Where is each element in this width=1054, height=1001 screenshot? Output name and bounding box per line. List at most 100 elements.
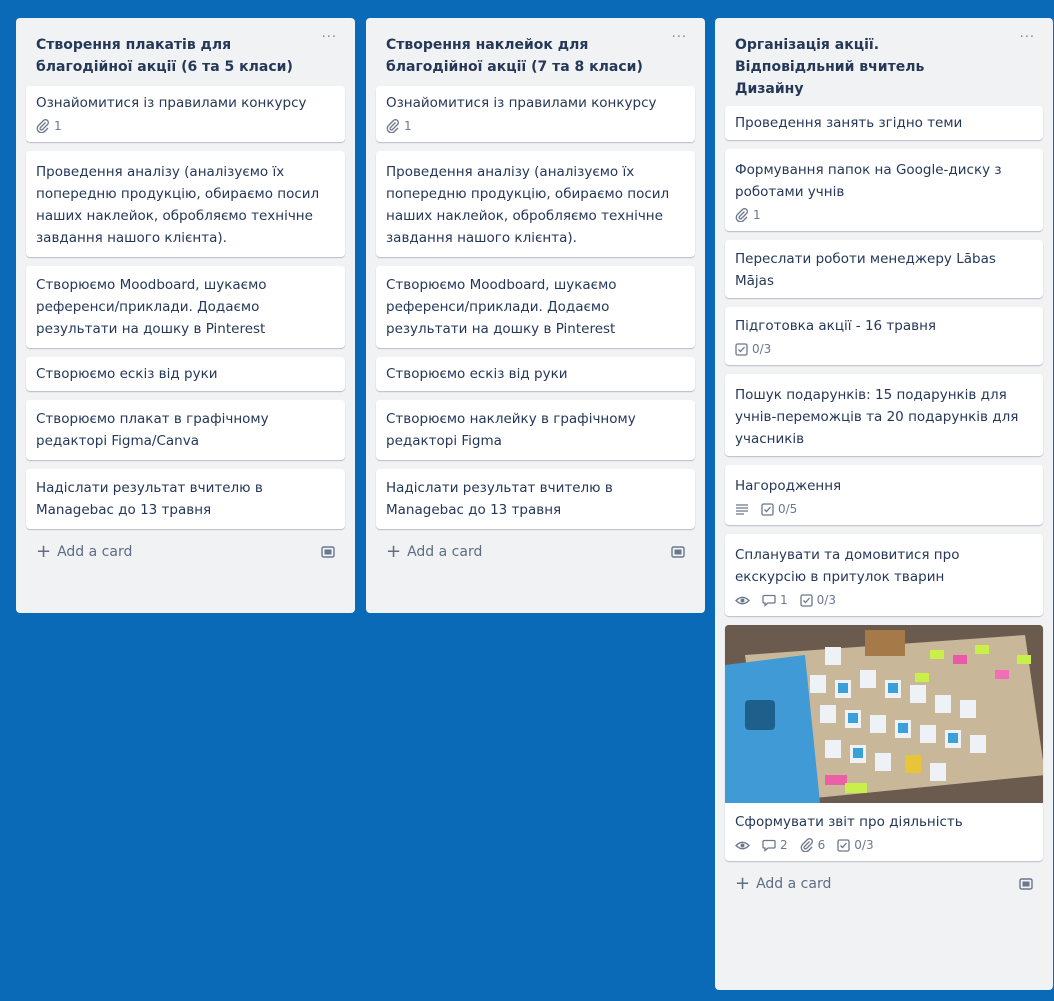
card[interactable]: Створюємо наклейку в графічному редактор…: [376, 400, 695, 460]
description-badge: [735, 503, 749, 515]
plus-icon: +: [36, 541, 52, 562]
card[interactable]: Створюємо ескіз від руки: [26, 357, 345, 391]
card[interactable]: Проведення аналізу (аналізуємо їх попере…: [26, 151, 345, 257]
paperclip-icon: [735, 208, 748, 222]
card-badges: 1 0/3: [735, 590, 1033, 610]
card[interactable]: Формування папок на Google-диску з робот…: [725, 149, 1043, 231]
paperclip-icon: [36, 119, 49, 133]
card-title: Створюємо ескіз від руки: [386, 366, 568, 382]
card-title: Ознайомитися із правилами конкурсу: [386, 95, 657, 111]
add-card-label: Add a card: [57, 544, 133, 560]
card-title: Нагородження: [735, 478, 842, 494]
card-title: Створюємо ескіз від руки: [36, 366, 218, 382]
card-template-icon[interactable]: [321, 546, 335, 558]
card[interactable]: Створюємо ескіз від руки: [376, 357, 695, 391]
card[interactable]: Проведення занять згідно теми: [725, 106, 1043, 140]
paperclip-icon: [386, 119, 399, 133]
add-card-left: + Add a card: [36, 541, 133, 562]
add-card-left: + Add a card: [386, 541, 483, 562]
list-menu-icon[interactable]: ···: [672, 30, 687, 45]
add-card-left: + Add a card: [735, 873, 832, 894]
plus-icon: +: [386, 541, 402, 562]
card[interactable]: Сформувати звіт про діяльність 2 6 0/3: [725, 625, 1043, 861]
card-title: Ознайомитися із правилами конкурсу: [36, 95, 307, 111]
card[interactable]: Пошук подарунків: 15 подарунків для учні…: [725, 374, 1043, 456]
card-title: Підготовка акції - 16 травня: [735, 318, 937, 334]
card-badges: 2 6 0/3: [735, 835, 1033, 855]
checklist-icon: [735, 342, 748, 356]
attachment-badge: 6: [800, 834, 826, 856]
add-card-label: Add a card: [756, 876, 832, 892]
comment-icon: [762, 839, 776, 852]
add-card-button[interactable]: + Add a card: [26, 538, 345, 566]
list-title[interactable]: Створення плакатів для благодійної акції…: [36, 34, 311, 78]
card[interactable]: Надіслати результат вчителю в Managebac …: [376, 469, 695, 529]
list-menu-icon[interactable]: ···: [1020, 30, 1035, 45]
attachment-badge: 1: [36, 115, 62, 137]
checklist-count: 0/3: [854, 838, 874, 852]
attachment-count: 1: [753, 208, 761, 222]
card-title: Надіслати результат вчителю в Managebac …: [386, 480, 613, 518]
checklist-count: 0/5: [778, 502, 798, 516]
card-title: Спланувати та домовитися про екскурсію в…: [735, 547, 960, 585]
attachment-badge: 1: [386, 115, 412, 137]
card[interactable]: Нагородження 0/5: [725, 465, 1043, 525]
attachment-count: 1: [54, 119, 62, 133]
paperclip-icon: [800, 838, 813, 852]
attachment-count: 6: [817, 838, 826, 852]
watch-badge: [735, 840, 750, 851]
list-header[interactable]: Створення наклейок для благодійної акції…: [376, 18, 695, 78]
comments-count: 2: [780, 838, 788, 852]
card[interactable]: Створюємо Moodboard, шукаємо референси/п…: [376, 266, 695, 348]
comments-badge: 2: [762, 834, 788, 856]
add-card-label: Add a card: [407, 544, 483, 560]
card[interactable]: Підготовка акції - 16 травня 0/3: [725, 307, 1043, 365]
eye-icon: [735, 596, 750, 604]
attachment-badge: 1: [735, 204, 761, 226]
card-title: Проведення аналізу (аналізуємо їх попере…: [386, 164, 670, 246]
card-title: Створюємо плакат в графічному редакторі …: [36, 411, 269, 449]
list-stickers: Створення наклейок для благодійної акції…: [366, 18, 705, 613]
card-badges: 1: [735, 205, 1033, 225]
card-title: Сформувати звіт про діяльність: [735, 814, 963, 830]
board: Створення плакатів для благодійної акції…: [0, 0, 1054, 1001]
photo-of-stickers-on-table: [725, 625, 1043, 803]
description-icon: [736, 504, 748, 515]
list-header[interactable]: Створення плакатів для благодійної акції…: [26, 18, 345, 78]
card[interactable]: Створюємо Moodboard, шукаємо референси/п…: [26, 266, 345, 348]
checklist-count: 0/3: [752, 342, 772, 356]
add-card-button[interactable]: + Add a card: [376, 538, 695, 566]
checklist-badge: 0/3: [799, 589, 836, 611]
plus-icon: +: [735, 873, 751, 894]
card[interactable]: Спланувати та домовитися про екскурсію в…: [725, 534, 1043, 616]
card-badges: 1: [36, 116, 335, 136]
comments-badge: 1: [762, 589, 788, 611]
card-list: Проведення занять згідно теми Формування…: [725, 106, 1043, 861]
card[interactable]: Проведення аналізу (аналізуємо їх попере…: [376, 151, 695, 257]
card-badges: 0/5: [735, 499, 1033, 519]
card-template-icon[interactable]: [1019, 878, 1033, 890]
card-title: Створюємо наклейку в графічному редактор…: [386, 411, 636, 449]
list-header[interactable]: Організація акції. Відповідльний вчитель…: [725, 18, 1043, 100]
checklist-icon: [799, 593, 813, 607]
watch-badge: [735, 595, 750, 606]
list-title[interactable]: Створення наклейок для благодійної акції…: [386, 34, 661, 78]
attachment-count: 1: [404, 119, 412, 133]
add-card-button[interactable]: + Add a card: [725, 870, 1043, 898]
comments-count: 1: [780, 593, 788, 607]
card-title: Надіслати результат вчителю в Managebac …: [36, 480, 263, 518]
list-menu-icon[interactable]: ···: [322, 30, 337, 45]
card[interactable]: Надіслати результат вчителю в Managebac …: [26, 469, 345, 529]
eye-icon: [735, 841, 750, 849]
card-list: Ознайомитися із правилами конкурсу 1 Про…: [26, 86, 345, 529]
card[interactable]: Створюємо плакат в графічному редакторі …: [26, 400, 345, 460]
card-title: Проведення аналізу (аналізуємо їх попере…: [36, 164, 320, 246]
list-title[interactable]: Організація акції. Відповідльний вчитель…: [735, 34, 1009, 100]
card-title: Переслати роботи менеджеру Lābas Mājas: [735, 251, 996, 289]
card-template-icon[interactable]: [671, 546, 685, 558]
card[interactable]: Ознайомитися із правилами конкурсу 1: [26, 86, 345, 142]
card[interactable]: Переслати роботи менеджеру Lābas Mājas: [725, 240, 1043, 298]
card[interactable]: Ознайомитися із правилами конкурсу 1: [376, 86, 695, 142]
card-badges: 0/3: [735, 339, 1033, 359]
card-title: Створюємо Moodboard, шукаємо референси/п…: [386, 277, 617, 337]
